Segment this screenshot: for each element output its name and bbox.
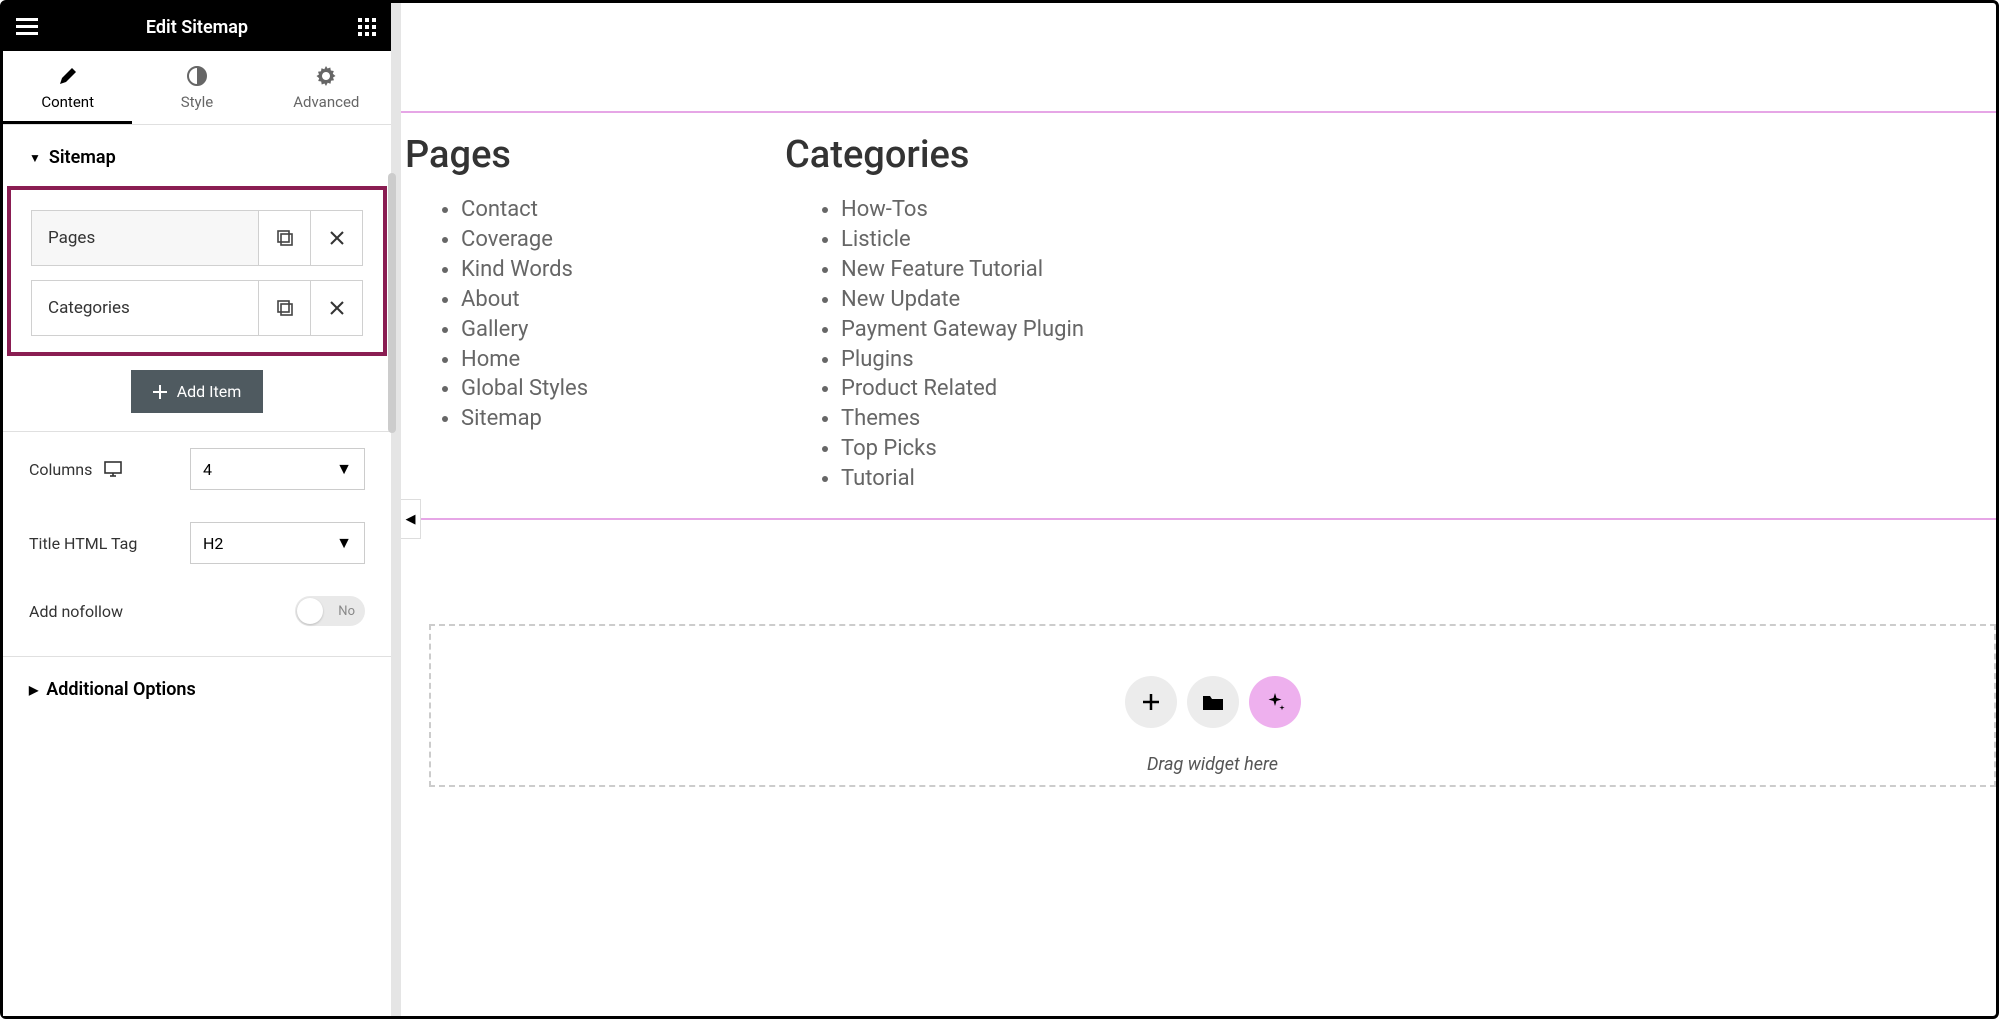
collapse-sidebar-button[interactable]: ◀ <box>401 499 421 539</box>
sitemap-link[interactable]: Tutorial <box>841 464 1161 494</box>
sitemap-link[interactable]: New Update <box>841 285 1161 315</box>
panel-title: Edit Sitemap <box>146 17 248 38</box>
toggle-knob <box>297 598 323 624</box>
dropzone-label: Drag widget here <box>431 754 1994 775</box>
repeater-item: Categories <box>31 280 363 336</box>
duplicate-button[interactable] <box>258 211 310 265</box>
sitemap-link[interactable]: New Feature Tutorial <box>841 255 1161 285</box>
repeater-item-title[interactable]: Pages <box>32 211 258 265</box>
tab-advanced[interactable]: Advanced <box>262 51 391 124</box>
title-tag-value: H2 <box>203 534 223 553</box>
sitemap-link[interactable]: Kind Words <box>461 255 781 285</box>
half-circle-icon <box>186 65 208 87</box>
sitemap-column: Categories How-TosListicleNew Feature Tut… <box>781 133 1161 494</box>
remove-button[interactable] <box>310 211 362 265</box>
editor-sidebar: Edit Sitemap Content Style Advanced <box>3 3 401 1016</box>
columns-value: 4 <box>203 460 212 479</box>
nofollow-control: Add nofollow No <box>3 580 391 642</box>
plus-icon <box>153 385 167 399</box>
widget-dropzone[interactable]: Drag widget here <box>429 624 1996 787</box>
panel-tabs: Content Style Advanced <box>3 51 391 125</box>
columns-select[interactable]: 4 ▼ <box>190 448 365 490</box>
tab-style[interactable]: Style <box>132 51 261 124</box>
tab-content[interactable]: Content <box>3 51 132 124</box>
nofollow-toggle[interactable]: No <box>295 596 365 626</box>
add-widget-button[interactable] <box>1125 676 1177 728</box>
sitemap-list: How-TosListicleNew Feature TutorialNew U… <box>785 195 1161 494</box>
remove-button[interactable] <box>310 281 362 335</box>
sitemap-link[interactable]: Sitemap <box>461 404 781 434</box>
sitemap-link[interactable]: Listicle <box>841 225 1161 255</box>
sitemap-link[interactable]: Gallery <box>461 315 781 345</box>
caret-down-icon: ▼ <box>29 151 41 165</box>
sitemap-link[interactable]: Themes <box>841 404 1161 434</box>
sitemap-widget[interactable]: Pages ContactCoverageKind WordsAboutGalle… <box>401 111 1996 520</box>
gear-icon <box>315 65 337 87</box>
folder-button[interactable] <box>1187 676 1239 728</box>
menu-icon[interactable] <box>15 15 39 39</box>
section-sitemap-header[interactable]: ▼ Sitemap <box>3 125 391 178</box>
column-title: Categories <box>785 133 1161 177</box>
repeater-items-highlighted: Pages Categories <box>7 186 387 356</box>
title-tag-label: Title HTML Tag <box>29 534 137 553</box>
sidebar-header: Edit Sitemap <box>3 3 391 51</box>
title-tag-select[interactable]: H2 ▼ <box>190 522 365 564</box>
section-title: Sitemap <box>49 147 116 168</box>
title-tag-control: Title HTML Tag H2 ▼ <box>3 506 391 580</box>
repeater-item-title[interactable]: Categories <box>32 281 258 335</box>
duplicate-button[interactable] <box>258 281 310 335</box>
add-item-label: Add Item <box>177 382 242 401</box>
section-title: Additional Options <box>46 679 196 700</box>
tab-label: Style <box>181 93 214 111</box>
sitemap-link[interactable]: About <box>461 285 781 315</box>
sitemap-link[interactable]: Home <box>461 345 781 375</box>
ai-sparkle-button[interactable] <box>1249 676 1301 728</box>
scrollbar[interactable] <box>388 173 396 433</box>
add-item-row: Add Item <box>3 356 391 432</box>
caret-right-icon: ▶ <box>29 683 38 697</box>
toggle-value: No <box>338 604 355 619</box>
section-additional-header[interactable]: ▶ Additional Options <box>3 657 391 710</box>
columns-label: Columns <box>29 460 92 479</box>
repeater-item: Pages <box>31 210 363 266</box>
desktop-icon[interactable] <box>104 461 122 477</box>
tab-label: Advanced <box>293 93 359 111</box>
apps-grid-icon[interactable] <box>355 15 379 39</box>
sitemap-link[interactable]: Top Picks <box>841 434 1161 464</box>
column-title: Pages <box>405 133 781 177</box>
columns-control: Columns 4 ▼ <box>3 432 391 506</box>
add-item-button[interactable]: Add Item <box>131 370 264 413</box>
nofollow-label: Add nofollow <box>29 602 123 621</box>
sitemap-link[interactable]: Contact <box>461 195 781 225</box>
tab-label: Content <box>41 93 94 111</box>
sitemap-link[interactable]: Coverage <box>461 225 781 255</box>
sitemap-link[interactable]: Payment Gateway Plugin <box>841 315 1161 345</box>
pencil-icon <box>57 65 79 87</box>
sitemap-column: Pages ContactCoverageKind WordsAboutGalle… <box>401 133 781 494</box>
sitemap-link[interactable]: Global Styles <box>461 374 781 404</box>
caret-down-icon: ▼ <box>336 533 352 553</box>
sitemap-link[interactable]: Product Related <box>841 374 1161 404</box>
preview-canvas: ◀ Pages ContactCoverageKind WordsAboutGal… <box>401 3 1996 1016</box>
sitemap-link[interactable]: Plugins <box>841 345 1161 375</box>
caret-down-icon: ▼ <box>336 459 352 479</box>
sitemap-list: ContactCoverageKind WordsAboutGalleryHom… <box>405 195 781 434</box>
sitemap-link[interactable]: How-Tos <box>841 195 1161 225</box>
